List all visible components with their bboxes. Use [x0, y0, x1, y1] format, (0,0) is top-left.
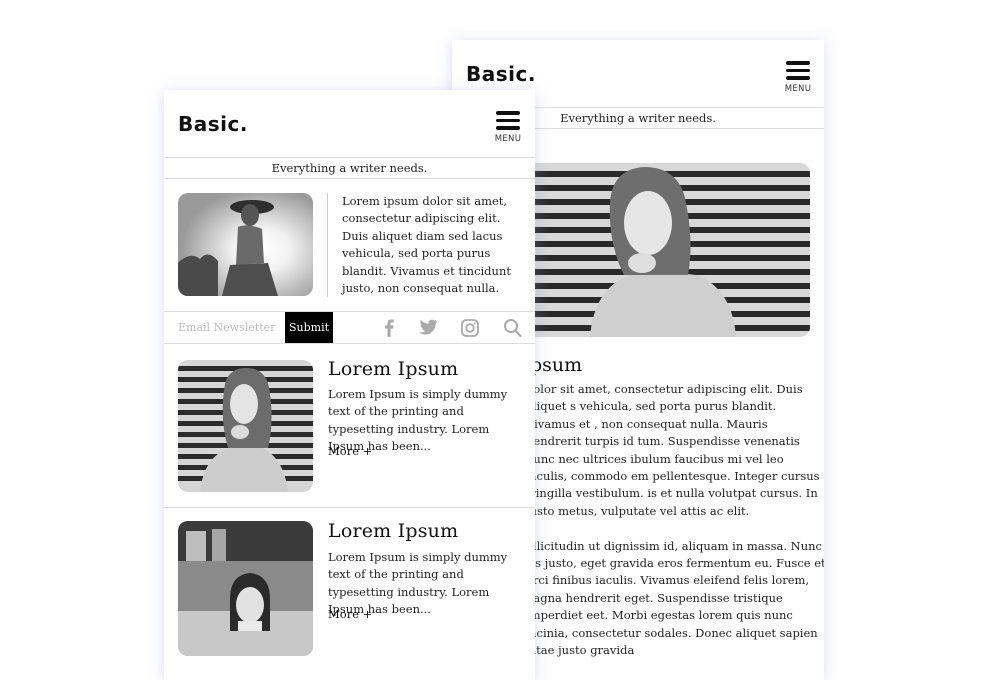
menu-label: MENU [494, 133, 522, 144]
facebook-icon[interactable] [380, 318, 398, 338]
article-thumbnail[interactable] [178, 521, 313, 656]
instagram-icon[interactable] [460, 318, 480, 338]
tagline: Everything a writer needs. [164, 157, 535, 179]
article-title[interactable]: Lorem Ipsum [328, 520, 458, 542]
more-link[interactable]: More + [328, 607, 372, 621]
newsletter-email-input[interactable]: Email Newsletter [178, 312, 275, 343]
article-title[interactable]: Lorem Ipsum [328, 358, 458, 380]
article-body: dolor sit amet, consectetur adipiscing e… [526, 381, 824, 677]
menu-label: MENU [784, 83, 812, 94]
article-title[interactable]: psum [530, 354, 582, 376]
intro-text: Lorem ipsum dolor sit amet, consectetur … [327, 193, 522, 298]
article-thumbnail[interactable] [178, 360, 313, 492]
divider [164, 507, 535, 508]
front-phone-mockup: Basic. MENU Everything a writer needs. L… [164, 90, 535, 680]
hamburger-icon [494, 111, 522, 130]
paragraph: ollicitudin ut dignissim id, aliquam in … [526, 538, 824, 658]
search-icon[interactable] [503, 318, 522, 338]
paragraph: dolor sit amet, consectetur adipiscing e… [526, 382, 820, 518]
logo[interactable]: Basic. [466, 62, 536, 86]
logo[interactable]: Basic. [178, 112, 248, 136]
newsletter-bar: Email Newsletter Submit [164, 311, 535, 344]
hero-photo [512, 163, 810, 337]
menu-button[interactable]: MENU [784, 61, 812, 94]
twitter-icon[interactable] [416, 318, 438, 338]
intro-photo [178, 193, 313, 296]
more-link[interactable]: More + [328, 444, 372, 458]
submit-button[interactable]: Submit [285, 312, 333, 343]
menu-button[interactable]: MENU [494, 111, 522, 144]
hamburger-icon [784, 61, 812, 80]
